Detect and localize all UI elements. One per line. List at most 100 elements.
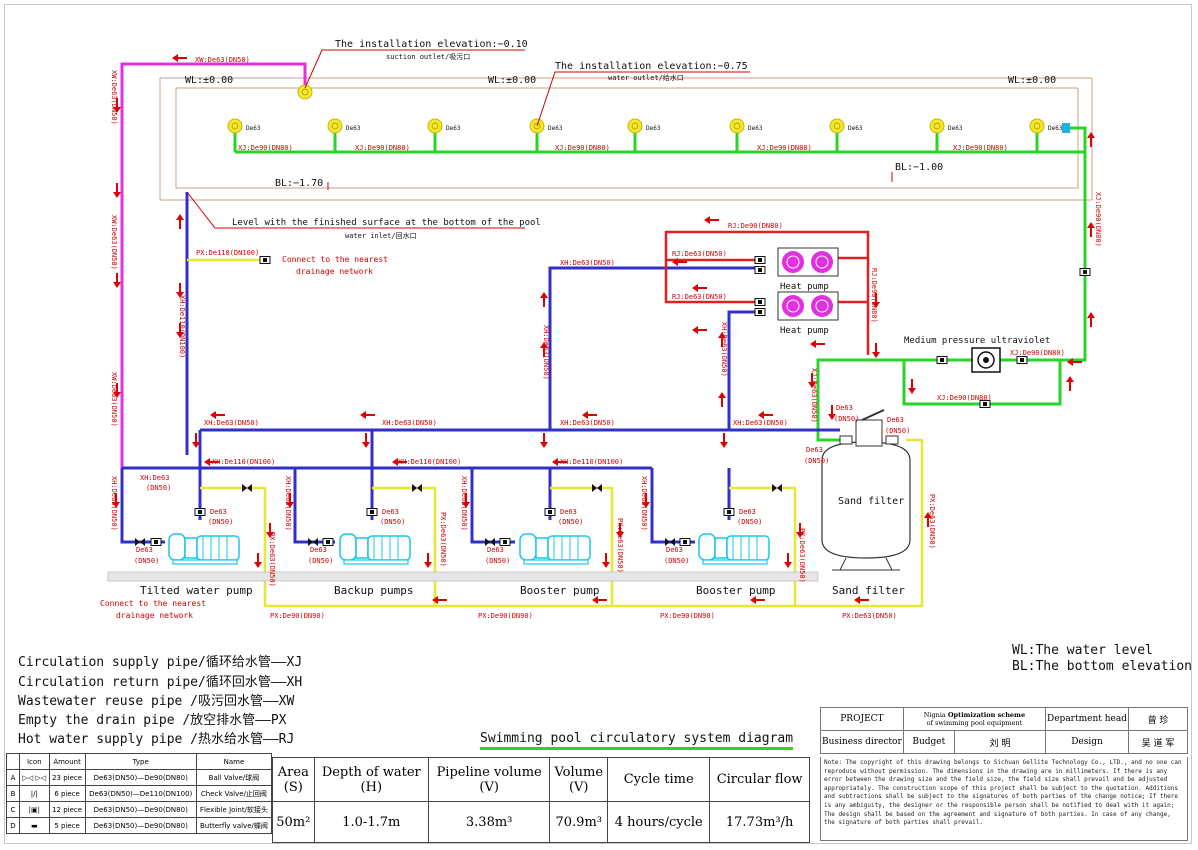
de63-p1: De63 (136, 546, 153, 554)
xj-riser-label: XJ:De90(DN80) (1094, 192, 1102, 247)
px-de110-label: PX:De110(DN100) (196, 249, 259, 257)
de63-v1: De63 (210, 508, 227, 516)
xh-vert-1: XH:De63(DN50) (542, 325, 550, 380)
xh-vert-b1: XH:De63(DN50) (284, 476, 292, 531)
xh-label-1: XH:De63(DN50) (204, 419, 259, 427)
xh-vert-b2: XH:De63(DN50) (460, 476, 468, 531)
xj-label-4: XJ:De90(DN80) (757, 144, 812, 152)
px-vert-2: PX:De63(DN50) (439, 512, 447, 567)
xw-left-label-2: XW:De63(DN50) (110, 215, 118, 270)
dept-head-name: 曾 珍 (1128, 707, 1188, 731)
comp-id: D (6, 817, 20, 834)
flow-arrows (111, 53, 1096, 605)
design-name: 吴 道 军 (1128, 730, 1188, 754)
dn50-f1: (DN50) (834, 415, 859, 423)
xh-de110-2: XH:De110(DN100) (398, 458, 461, 466)
param-flow: 17.73m³/h (709, 801, 810, 843)
de63-f3: De63 (806, 446, 823, 454)
pump-label-backup: Backup pumps (334, 584, 413, 597)
param-head-flow: Circular flow (709, 757, 810, 802)
svg-text:De63: De63 (246, 125, 261, 132)
comp-head-name: Name (195, 753, 273, 770)
comp-id: A (6, 769, 20, 786)
dn50-f3: (DN50) (804, 457, 829, 465)
param-head-cycle: Cycle time (607, 757, 711, 802)
comp-name: Butterfly valve/蝶阀 (195, 817, 273, 834)
drain-network-bottom: drainage network (116, 611, 193, 620)
svg-text:De63: De63 (848, 125, 863, 132)
water-outlet-label: water outlet/给水口 (608, 73, 684, 82)
dn50-p3: (DN50) (485, 557, 510, 565)
notation: WL:The water level BL:The bottom elevati… (1012, 643, 1192, 675)
xj-label-1: XJ:De90(DN80) (238, 144, 293, 152)
wl-left: WL:±0.00 (185, 75, 233, 86)
xh-label-top: XH:De63(DN50) (560, 259, 615, 267)
param-cycle: 4 hours/cycle (607, 801, 711, 843)
circulation-diagram: De63 De63 De63 De63 De63 De63 De63 De63 … (100, 39, 1102, 620)
dn50-v3: (DN50) (558, 518, 583, 526)
comp-head-amount: Amount (48, 753, 86, 770)
de63-p3: De63 (487, 546, 504, 554)
comp-amount: 6 piece (48, 785, 86, 802)
px-de90-2: PX:De90(DN90) (478, 612, 533, 620)
budget-name: 刘 明 (953, 730, 1047, 754)
param-area: 50m² (272, 801, 315, 843)
elevation-suction: The installation elevation:−0.10 (335, 39, 528, 50)
dn50-v4: (DN50) (737, 518, 762, 526)
legend-xh: Circulation return pipe/循环回水管——XH (18, 675, 303, 690)
legend-px: Empty the drain pipe /放空排水管——PX (18, 713, 287, 728)
sand-filter-label: Sand filter (832, 584, 905, 597)
xh-dn50-short: (DN50) (146, 484, 171, 492)
legend-xj: Circulation supply pipe/循环给水管——XJ (18, 655, 303, 670)
px-de63-vert: PX:De63(DN50) (928, 494, 936, 549)
rj-de90-vert: RJ:De90(DN80) (870, 268, 878, 323)
xh-vert-b3: XH:De63(DN50) (640, 476, 648, 531)
xj-de63-vert: XJ:De63(DN50) (810, 368, 818, 423)
bl-100: BL:−1.00 (895, 162, 943, 173)
comp-head-icon: Icon (19, 753, 50, 770)
project-title-block: PROJECT Nignia Optimization scheme of swi… (820, 707, 1188, 754)
de63-f1: De63 (836, 404, 853, 412)
xh-vert-left: XH:De63(DN50) (110, 476, 118, 531)
diagram-title: Swimming pool circulatory system diagram (480, 731, 794, 750)
project-name: Nignia Optimization scheme of swimming po… (902, 707, 1047, 731)
xw-left-label-3: XW:De63(DN50) (110, 372, 118, 427)
xj-uv-label: XJ:De90(DN80) (1010, 349, 1065, 357)
leader-lines (186, 49, 893, 229)
heat-pump-label-2: Heat pump (780, 326, 829, 336)
xj-label-5: XJ:De90(DN80) (953, 144, 1008, 152)
param-head-pipeline: Pipeline volume (V) (427, 757, 551, 802)
de63-p4: De63 (666, 546, 683, 554)
xh-vert-2: XH:De63(DN50) (720, 322, 728, 377)
xh-label-4: XH:De63(DN50) (733, 419, 788, 427)
rj-de63-label-1: RJ:De63(DN50) (672, 250, 727, 258)
water-inlet-label: water inlet/回水口 (345, 231, 417, 240)
sand-filter-inner: Sand filter (838, 496, 904, 507)
ball-valve-icon: ▷◁ ▷◁ (19, 769, 50, 786)
xh-pipes (120, 192, 840, 544)
px-de90-1: PX:De90(DN90) (270, 612, 325, 620)
check-valve-icon: |/| (19, 785, 50, 802)
svg-text:De63: De63 (646, 125, 661, 132)
xj-label-3: XJ:De90(DN80) (555, 144, 610, 152)
flexible-joint-icon: |▣| (19, 801, 50, 818)
comp-type: De63(DN50)—De90(DN80) (84, 769, 197, 786)
inlet-fitting (1062, 123, 1070, 133)
param-head-area: Area (S) (272, 757, 315, 802)
xh-de63-short: XH:De63 (140, 474, 170, 482)
comp-amount: 23 piece (48, 769, 86, 786)
dn50-f2: (DN50) (885, 427, 910, 435)
xh-label-2: XH:De63(DN50) (382, 419, 437, 427)
px-vert-1: PX:De63(DN50) (268, 532, 276, 587)
px-de90-3: PX:De90(DN90) (660, 612, 715, 620)
comp-amount: 5 piece (48, 817, 86, 834)
dn50-p4: (DN50) (664, 557, 689, 565)
drain-network-top: drainage network (296, 267, 373, 276)
bl-170: BL:−1.70 (275, 178, 323, 189)
param-volume: 70.9m³ (549, 801, 609, 843)
drain-connect-top: Connect to the nearest (282, 255, 388, 264)
xh-label-3: XH:De63(DN50) (560, 419, 615, 427)
param-pipeline: 3.38m³ (427, 801, 551, 843)
dn50-v1: (DN50) (208, 518, 233, 526)
de63-v3: De63 (560, 508, 577, 516)
